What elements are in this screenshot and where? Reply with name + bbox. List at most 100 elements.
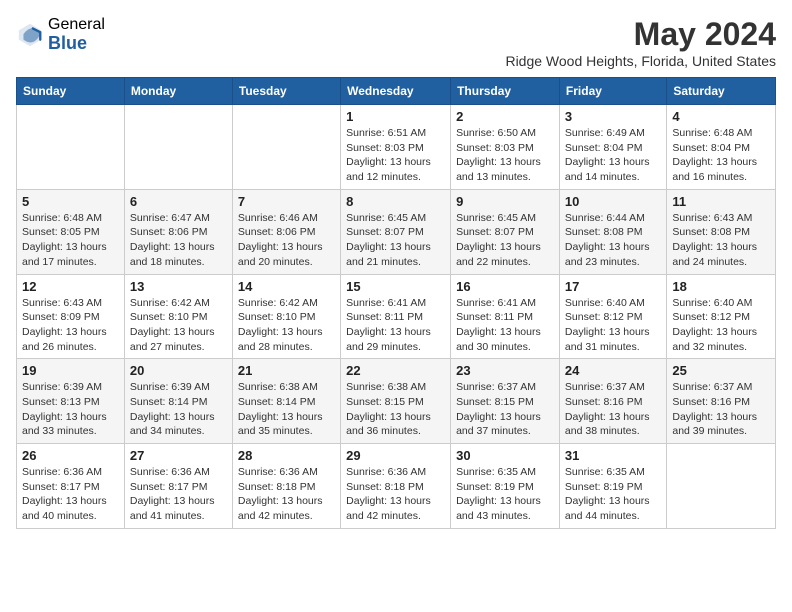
calendar-cell: 21 Sunrise: 6:38 AM Sunset: 8:14 PM Dayli… bbox=[232, 359, 340, 444]
calendar-cell: 17 Sunrise: 6:40 AM Sunset: 8:12 PM Dayli… bbox=[559, 274, 666, 359]
calendar-cell: 2 Sunrise: 6:50 AM Sunset: 8:03 PM Daylig… bbox=[451, 105, 560, 190]
day-info: Sunrise: 6:36 AM Sunset: 8:17 PM Dayligh… bbox=[130, 465, 227, 524]
day-number: 8 bbox=[346, 194, 445, 209]
day-info: Sunrise: 6:42 AM Sunset: 8:10 PM Dayligh… bbox=[238, 296, 335, 355]
calendar-cell: 13 Sunrise: 6:42 AM Sunset: 8:10 PM Dayli… bbox=[124, 274, 232, 359]
day-info: Sunrise: 6:43 AM Sunset: 8:08 PM Dayligh… bbox=[672, 211, 770, 270]
day-info: Sunrise: 6:48 AM Sunset: 8:05 PM Dayligh… bbox=[22, 211, 119, 270]
calendar-cell: 24 Sunrise: 6:37 AM Sunset: 8:16 PM Dayli… bbox=[559, 359, 666, 444]
day-number: 30 bbox=[456, 448, 554, 463]
day-info: Sunrise: 6:39 AM Sunset: 8:13 PM Dayligh… bbox=[22, 380, 119, 439]
day-info: Sunrise: 6:48 AM Sunset: 8:04 PM Dayligh… bbox=[672, 126, 770, 185]
logo-icon bbox=[16, 21, 44, 49]
day-number: 16 bbox=[456, 279, 554, 294]
calendar-week-5: 26 Sunrise: 6:36 AM Sunset: 8:17 PM Dayli… bbox=[17, 444, 776, 529]
weekday-header-sunday: Sunday bbox=[17, 78, 125, 105]
calendar-cell: 16 Sunrise: 6:41 AM Sunset: 8:11 PM Dayli… bbox=[451, 274, 560, 359]
day-number: 12 bbox=[22, 279, 119, 294]
day-number: 1 bbox=[346, 109, 445, 124]
day-number: 24 bbox=[565, 363, 661, 378]
month-title: May 2024 bbox=[505, 16, 776, 53]
page-header: General Blue May 2024 Ridge Wood Heights… bbox=[16, 16, 776, 69]
calendar-week-2: 5 Sunrise: 6:48 AM Sunset: 8:05 PM Daylig… bbox=[17, 189, 776, 274]
calendar-week-3: 12Sunrise: 6:43 AM Sunset: 8:09 PM Dayli… bbox=[17, 274, 776, 359]
weekday-header-thursday: Thursday bbox=[451, 78, 560, 105]
calendar-table: SundayMondayTuesdayWednesdayThursdayFrid… bbox=[16, 77, 776, 529]
weekday-header-wednesday: Wednesday bbox=[341, 78, 451, 105]
day-info: Sunrise: 6:45 AM Sunset: 8:07 PM Dayligh… bbox=[456, 211, 554, 270]
day-number: 15 bbox=[346, 279, 445, 294]
day-info: Sunrise: 6:38 AM Sunset: 8:15 PM Dayligh… bbox=[346, 380, 445, 439]
day-info: Sunrise: 6:41 AM Sunset: 8:11 PM Dayligh… bbox=[456, 296, 554, 355]
calendar-cell: 30 Sunrise: 6:35 AM Sunset: 8:19 PM Dayli… bbox=[451, 444, 560, 529]
calendar-cell: 9 Sunrise: 6:45 AM Sunset: 8:07 PM Daylig… bbox=[451, 189, 560, 274]
day-number: 5 bbox=[22, 194, 119, 209]
day-number: 6 bbox=[130, 194, 227, 209]
day-info: Sunrise: 6:44 AM Sunset: 8:08 PM Dayligh… bbox=[565, 211, 661, 270]
day-number: 9 bbox=[456, 194, 554, 209]
calendar-cell: 6 Sunrise: 6:47 AM Sunset: 8:06 PM Daylig… bbox=[124, 189, 232, 274]
calendar-cell: 5 Sunrise: 6:48 AM Sunset: 8:05 PM Daylig… bbox=[17, 189, 125, 274]
calendar-cell: 25 Sunrise: 6:37 AM Sunset: 8:16 PM Dayli… bbox=[667, 359, 776, 444]
weekday-header-row: SundayMondayTuesdayWednesdayThursdayFrid… bbox=[17, 78, 776, 105]
calendar-cell bbox=[17, 105, 125, 190]
day-info: Sunrise: 6:45 AM Sunset: 8:07 PM Dayligh… bbox=[346, 211, 445, 270]
day-info: Sunrise: 6:38 AM Sunset: 8:14 PM Dayligh… bbox=[238, 380, 335, 439]
calendar-cell: 22Sunrise: 6:38 AM Sunset: 8:15 PM Dayli… bbox=[341, 359, 451, 444]
day-info: Sunrise: 6:37 AM Sunset: 8:15 PM Dayligh… bbox=[456, 380, 554, 439]
title-block: May 2024 Ridge Wood Heights, Florida, Un… bbox=[505, 16, 776, 69]
day-number: 13 bbox=[130, 279, 227, 294]
weekday-header-saturday: Saturday bbox=[667, 78, 776, 105]
day-info: Sunrise: 6:51 AM Sunset: 8:03 PM Dayligh… bbox=[346, 126, 445, 185]
calendar-cell bbox=[232, 105, 340, 190]
calendar-cell: 27 Sunrise: 6:36 AM Sunset: 8:17 PM Dayli… bbox=[124, 444, 232, 529]
day-info: Sunrise: 6:47 AM Sunset: 8:06 PM Dayligh… bbox=[130, 211, 227, 270]
calendar-cell: 29 Sunrise: 6:36 AM Sunset: 8:18 PM Dayli… bbox=[341, 444, 451, 529]
day-info: Sunrise: 6:40 AM Sunset: 8:12 PM Dayligh… bbox=[565, 296, 661, 355]
day-number: 25 bbox=[672, 363, 770, 378]
calendar-cell: 23 Sunrise: 6:37 AM Sunset: 8:15 PM Dayli… bbox=[451, 359, 560, 444]
calendar-cell: 15Sunrise: 6:41 AM Sunset: 8:11 PM Dayli… bbox=[341, 274, 451, 359]
calendar-cell: 12Sunrise: 6:43 AM Sunset: 8:09 PM Dayli… bbox=[17, 274, 125, 359]
day-number: 17 bbox=[565, 279, 661, 294]
calendar-cell: 14 Sunrise: 6:42 AM Sunset: 8:10 PM Dayli… bbox=[232, 274, 340, 359]
calendar-cell: 19 Sunrise: 6:39 AM Sunset: 8:13 PM Dayli… bbox=[17, 359, 125, 444]
day-info: Sunrise: 6:36 AM Sunset: 8:18 PM Dayligh… bbox=[238, 465, 335, 524]
day-number: 26 bbox=[22, 448, 119, 463]
calendar-body: 1 Sunrise: 6:51 AM Sunset: 8:03 PM Daylig… bbox=[17, 105, 776, 529]
calendar-week-4: 19 Sunrise: 6:39 AM Sunset: 8:13 PM Dayli… bbox=[17, 359, 776, 444]
day-info: Sunrise: 6:36 AM Sunset: 8:18 PM Dayligh… bbox=[346, 465, 445, 524]
logo-general: General bbox=[48, 16, 105, 34]
calendar-header: SundayMondayTuesdayWednesdayThursdayFrid… bbox=[17, 78, 776, 105]
location: Ridge Wood Heights, Florida, United Stat… bbox=[505, 53, 776, 69]
day-number: 10 bbox=[565, 194, 661, 209]
weekday-header-friday: Friday bbox=[559, 78, 666, 105]
calendar-cell bbox=[124, 105, 232, 190]
day-number: 14 bbox=[238, 279, 335, 294]
day-number: 3 bbox=[565, 109, 661, 124]
calendar-cell: 11 Sunrise: 6:43 AM Sunset: 8:08 PM Dayli… bbox=[667, 189, 776, 274]
day-info: Sunrise: 6:50 AM Sunset: 8:03 PM Dayligh… bbox=[456, 126, 554, 185]
calendar-cell: 20Sunrise: 6:39 AM Sunset: 8:14 PM Dayli… bbox=[124, 359, 232, 444]
day-number: 7 bbox=[238, 194, 335, 209]
calendar-cell: 10 Sunrise: 6:44 AM Sunset: 8:08 PM Dayli… bbox=[559, 189, 666, 274]
day-number: 21 bbox=[238, 363, 335, 378]
day-number: 29 bbox=[346, 448, 445, 463]
calendar-cell: 8 Sunrise: 6:45 AM Sunset: 8:07 PM Daylig… bbox=[341, 189, 451, 274]
day-number: 2 bbox=[456, 109, 554, 124]
calendar-cell: 1 Sunrise: 6:51 AM Sunset: 8:03 PM Daylig… bbox=[341, 105, 451, 190]
day-info: Sunrise: 6:35 AM Sunset: 8:19 PM Dayligh… bbox=[565, 465, 661, 524]
calendar-cell: 7 Sunrise: 6:46 AM Sunset: 8:06 PM Daylig… bbox=[232, 189, 340, 274]
day-number: 27 bbox=[130, 448, 227, 463]
calendar-cell: 31Sunrise: 6:35 AM Sunset: 8:19 PM Dayli… bbox=[559, 444, 666, 529]
day-info: Sunrise: 6:46 AM Sunset: 8:06 PM Dayligh… bbox=[238, 211, 335, 270]
calendar-cell: 26Sunrise: 6:36 AM Sunset: 8:17 PM Dayli… bbox=[17, 444, 125, 529]
day-info: Sunrise: 6:42 AM Sunset: 8:10 PM Dayligh… bbox=[130, 296, 227, 355]
day-info: Sunrise: 6:35 AM Sunset: 8:19 PM Dayligh… bbox=[456, 465, 554, 524]
day-number: 11 bbox=[672, 194, 770, 209]
day-number: 18 bbox=[672, 279, 770, 294]
day-info: Sunrise: 6:37 AM Sunset: 8:16 PM Dayligh… bbox=[565, 380, 661, 439]
day-number: 23 bbox=[456, 363, 554, 378]
day-info: Sunrise: 6:37 AM Sunset: 8:16 PM Dayligh… bbox=[672, 380, 770, 439]
day-number: 19 bbox=[22, 363, 119, 378]
